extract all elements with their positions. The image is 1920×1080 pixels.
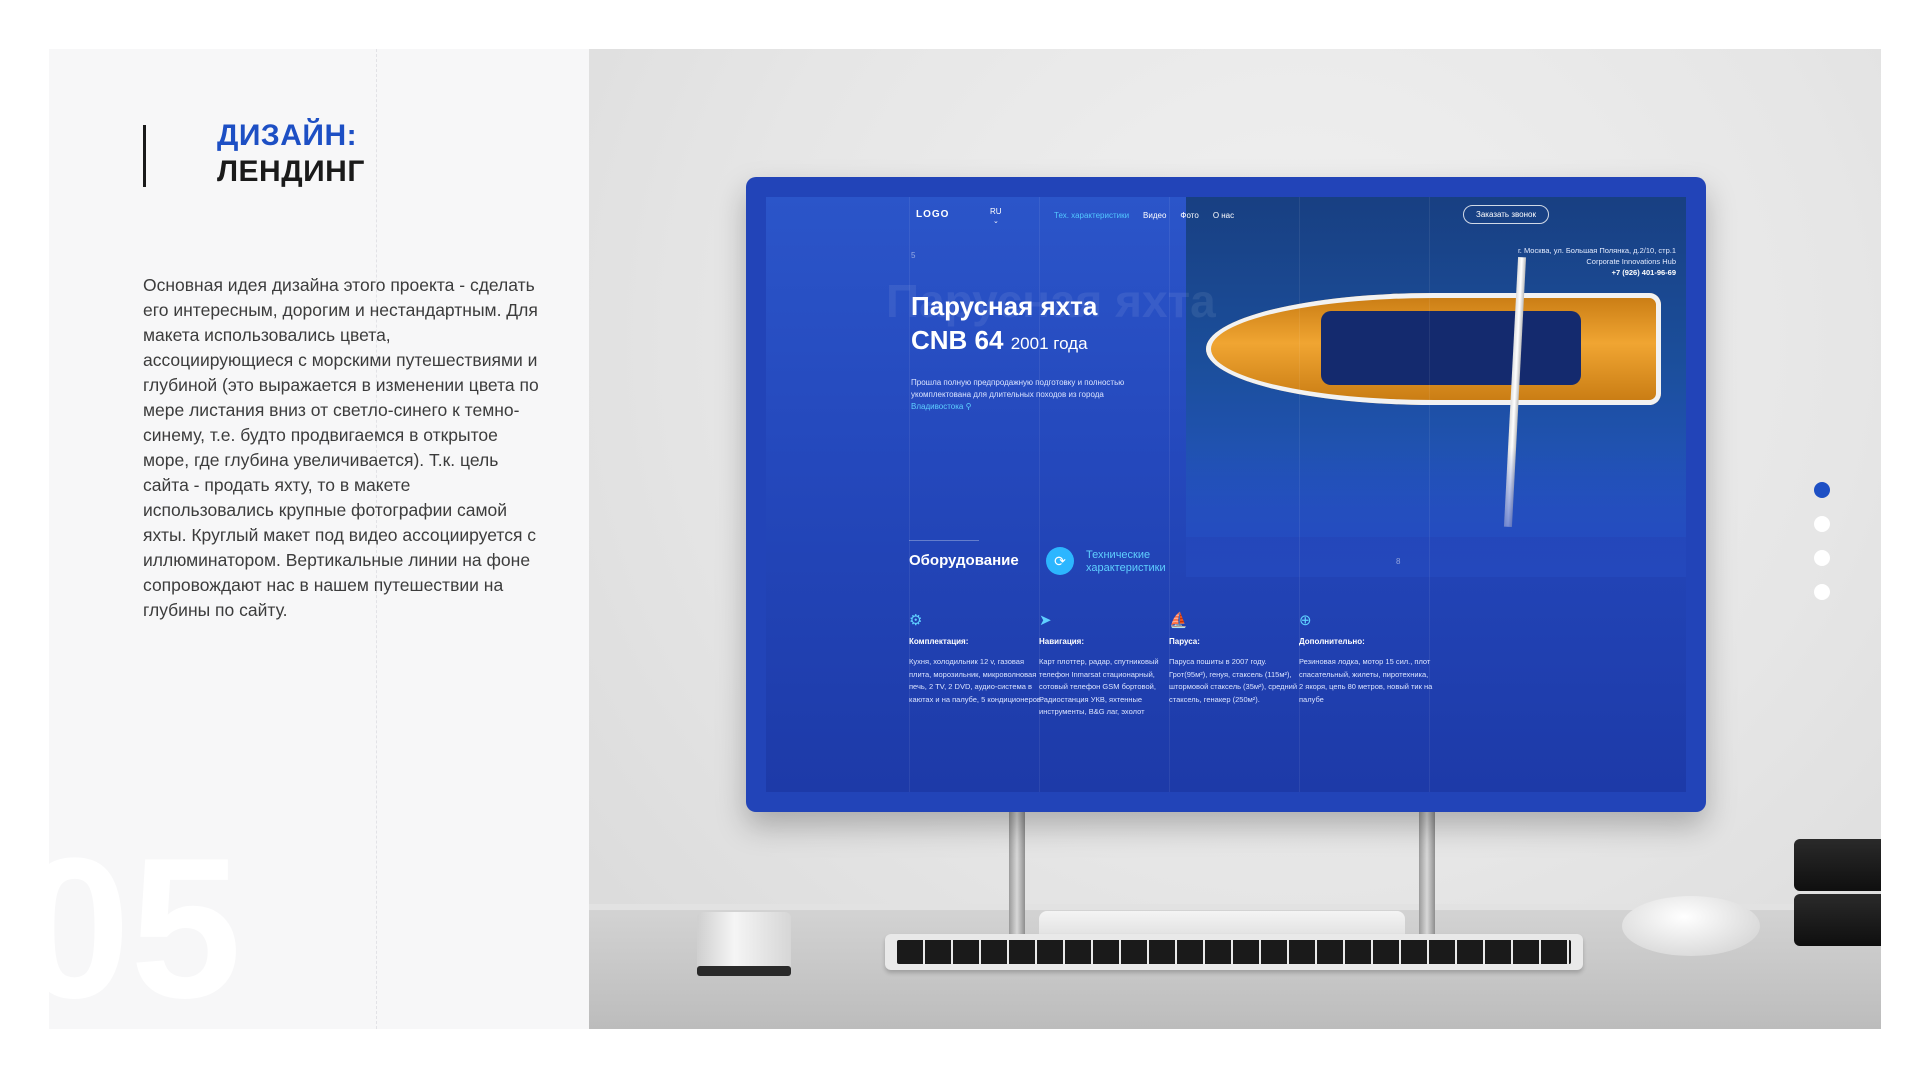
sailboat-icon: ⛵ [1169, 612, 1188, 629]
feature-title: Комплектация: [909, 637, 969, 646]
monitor: LOGO RU ⌄ Тех. характеристики Видео Фото… [746, 177, 1706, 812]
address-line: г. Москва, ул. Большая Полянка, д.2/10, … [1517, 246, 1676, 255]
contact-block: г. Москва, ул. Большая Полянка, д.2/10, … [1466, 245, 1676, 278]
mockup-photo: LOGO RU ⌄ Тех. характеристики Видео Фото… [589, 49, 1881, 1029]
slide-title-line1: ДИЗАЙН: [217, 119, 358, 152]
hero-description-text: Прошла полную предпродажную подготовку и… [911, 378, 1125, 399]
speaker-base [697, 966, 791, 976]
slide-description: Основная идея дизайна этого проекта - сд… [143, 275, 539, 620]
company-name: Corporate Innovations Hub [1586, 257, 1676, 266]
sea-fade [1186, 447, 1686, 577]
hero-city-link[interactable]: Владивостока [911, 402, 963, 411]
feature-column: ➤ Навигация: Карт плоттер, радар, спутни… [1039, 611, 1174, 719]
phone-number[interactable]: +7 (926) 401-96-69 [1466, 267, 1676, 278]
feature-text: Кухня, холодильник 12 v, газовая плита, … [909, 657, 1043, 704]
section-divider [909, 540, 979, 541]
feature-column: ⊕ Дополнительно: Резиновая лодка, мотор … [1299, 611, 1434, 706]
navigation-icon: ➤ [1039, 612, 1052, 629]
location-pin-icon: ⚲ [965, 402, 972, 411]
plus-circle-icon: ⊕ [1299, 612, 1312, 629]
callback-button[interactable]: Заказать звонок [1463, 205, 1549, 224]
book [1794, 839, 1881, 891]
feature-text: Резиновая лодка, мотор 15 сил., плот спа… [1299, 657, 1433, 704]
feature-column: ⚙ Комплектация: Кухня, холодильник 12 v,… [909, 611, 1044, 706]
equipment-tab[interactable]: Оборудование [909, 552, 1019, 569]
pager-dot-3[interactable] [1814, 550, 1830, 566]
hero-title: Парусная яхта [911, 291, 1098, 321]
feature-text: Паруса пошиты в 2007 году. Грот(95м²), г… [1169, 657, 1298, 704]
website-screen: LOGO RU ⌄ Тех. характеристики Видео Фото… [766, 197, 1686, 792]
nav-link-photo[interactable]: Фото [1180, 211, 1198, 220]
site-logo[interactable]: LOGO [916, 209, 949, 220]
language-selector[interactable]: RU [990, 207, 1002, 216]
hero-model: CNB 64 2001 года [911, 325, 1088, 356]
nav-link-video[interactable]: Видео [1143, 211, 1166, 220]
hero-model-name: CNB 64 [911, 325, 1004, 355]
feature-title: Паруса: [1169, 637, 1200, 646]
slide-title-line2: ЛЕНДИНГ [217, 155, 365, 188]
feature-title: Навигация: [1039, 637, 1085, 646]
mouse [1622, 896, 1760, 956]
title-accent-bar [143, 125, 146, 187]
section-marker: 5 [911, 251, 916, 260]
feature-title: Дополнительно: [1299, 637, 1365, 646]
site-nav: LOGO RU ⌄ Тех. характеристики Видео Фото… [766, 197, 1686, 231]
gear-icon: ⚙ [909, 612, 923, 629]
feature-column: ⛵ Паруса: Паруса пошиты в 2007 году. Гро… [1169, 611, 1304, 706]
nav-links: Тех. характеристики Видео Фото О нас [1054, 211, 1234, 220]
slide: ДИЗАЙН: ЛЕНДИНГ Основная идея дизайна эт… [0, 0, 1920, 1080]
specs-tab[interactable]: Технические характеристики [1086, 549, 1206, 575]
nav-link-specs[interactable]: Тех. характеристики [1054, 211, 1129, 220]
hero-description: Прошла полную предпродажную подготовку и… [911, 377, 1151, 413]
book [1794, 894, 1881, 946]
pager-dot-2[interactable] [1814, 516, 1830, 532]
slide-number: 05 [49, 817, 242, 1029]
nav-link-about[interactable]: О нас [1213, 211, 1234, 220]
feature-text: Карт плоттер, радар, спутниковый телефон… [1039, 657, 1159, 716]
keyboard-keys [897, 940, 1571, 964]
hero-year: 2001 года [1010, 334, 1088, 353]
pager-dot-1[interactable] [1814, 482, 1830, 498]
yacht-deck [1321, 311, 1581, 385]
pager-dot-4[interactable] [1814, 584, 1830, 600]
refresh-icon[interactable]: ⟳ [1046, 547, 1074, 575]
chevron-down-icon: ⌄ [993, 218, 999, 225]
speaker [697, 912, 791, 972]
text-panel: ДИЗАЙН: ЛЕНДИНГ Основная идея дизайна эт… [49, 49, 589, 1029]
section-marker: 8 [1396, 557, 1401, 566]
